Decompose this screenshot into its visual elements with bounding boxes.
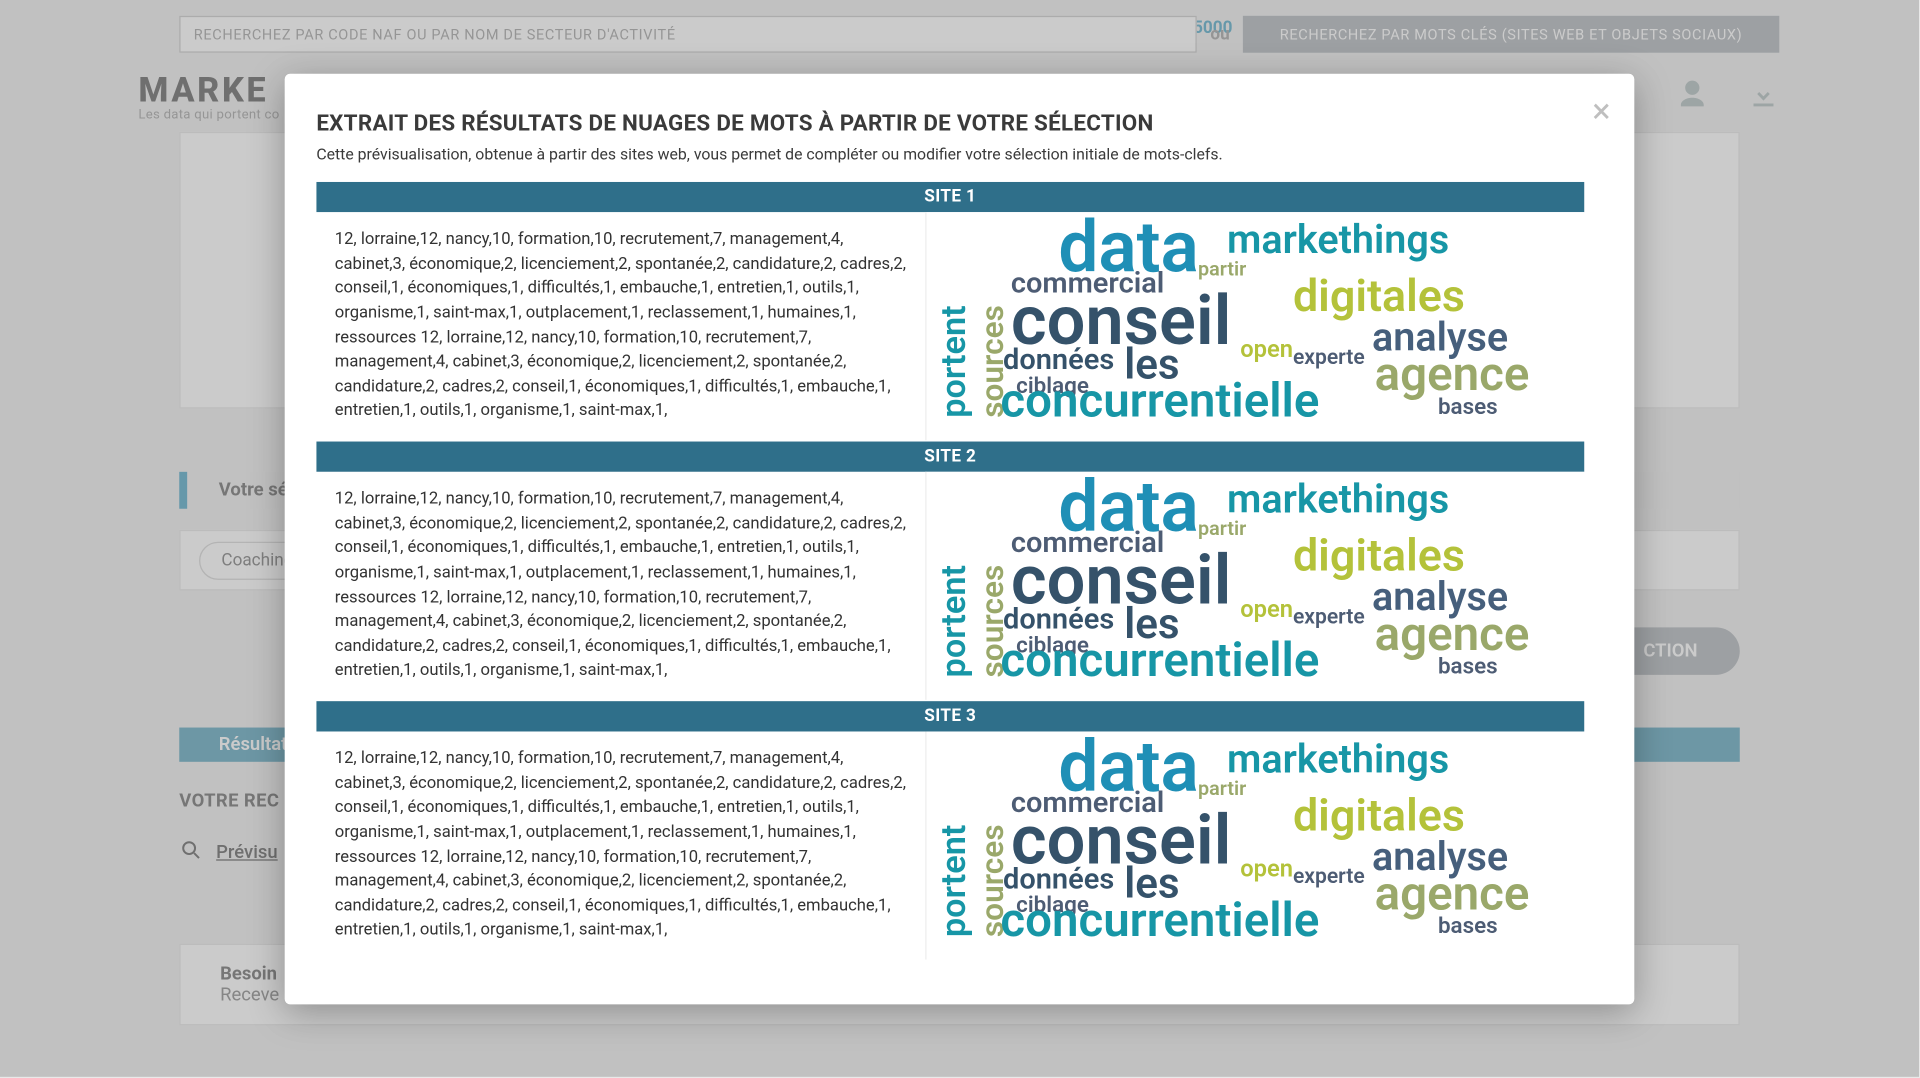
cloud-word: experte: [1293, 863, 1365, 888]
cloud-word: experte: [1293, 604, 1365, 629]
cloud-word: bases: [1438, 913, 1498, 939]
cloud-word: markethings: [1227, 217, 1449, 263]
modal-scroll-body[interactable]: SITE 1 12, lorraine,12, nancy,10, format…: [316, 182, 1602, 973]
site-row-1: 12, lorraine,12, nancy,10, formation,10,…: [316, 212, 1584, 441]
site-header-1: SITE 1: [316, 182, 1584, 212]
cloud-word: portent: [934, 305, 974, 417]
cloud-word: concurrentielle: [1000, 633, 1319, 688]
wordcloud-2: portent sources data markethings partir …: [925, 472, 1584, 700]
site-keywords-3: 12, lorraine,12, nancy,10, formation,10,…: [316, 731, 925, 959]
cloud-word: experte: [1293, 344, 1365, 369]
preview-modal: × EXTRAIT DES RÉSULTATS DE NUAGES DE MOT…: [285, 74, 1635, 1005]
modal-subtitle: Cette prévisualisation, obtenue à partir…: [316, 145, 1602, 163]
cloud-word: markethings: [1227, 737, 1449, 783]
cloud-word: open: [1240, 596, 1293, 624]
site-row-2: 12, lorraine,12, nancy,10, formation,10,…: [316, 472, 1584, 701]
modal-title: EXTRAIT DES RÉSULTATS DE NUAGES DE MOTS …: [316, 111, 1602, 137]
site-keywords-2: 12, lorraine,12, nancy,10, formation,10,…: [316, 472, 925, 700]
cloud-word: partir: [1198, 517, 1246, 541]
site-header-2: SITE 2: [316, 442, 1584, 472]
cloud-word: concurrentielle: [1000, 892, 1319, 947]
site-keywords-1: 12, lorraine,12, nancy,10, formation,10,…: [316, 212, 925, 440]
cloud-word: portent: [934, 565, 974, 677]
cloud-word: concurrentielle: [1000, 373, 1319, 428]
close-icon[interactable]: ×: [1592, 92, 1610, 132]
cloud-word: bases: [1438, 654, 1498, 680]
cloud-word: markethings: [1227, 477, 1449, 523]
cloud-word: partir: [1198, 776, 1246, 800]
wordcloud-1: portent sources data markethings partir …: [925, 212, 1584, 440]
wordcloud-3: portent sources data markethings partir …: [925, 731, 1584, 959]
site-row-3: 12, lorraine,12, nancy,10, formation,10,…: [316, 731, 1584, 960]
site-header-3: SITE 3: [316, 701, 1584, 731]
cloud-word: open: [1240, 336, 1293, 364]
cloud-word: open: [1240, 855, 1293, 883]
cloud-word: portent: [934, 825, 974, 937]
cloud-word: partir: [1198, 257, 1246, 281]
cloud-word: bases: [1438, 394, 1498, 420]
